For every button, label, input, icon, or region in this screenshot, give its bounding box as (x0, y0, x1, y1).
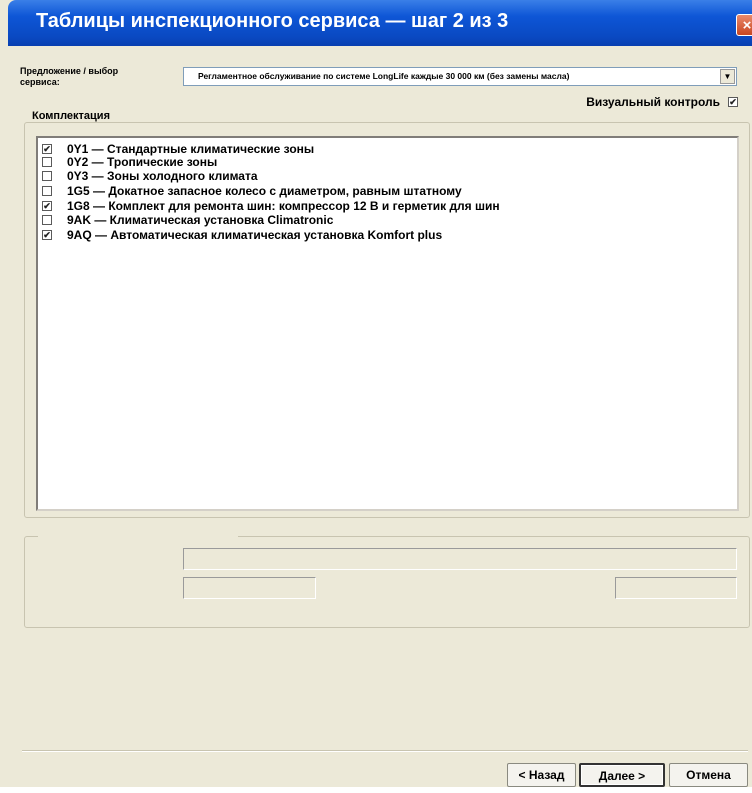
list-item[interactable]: ✔ 0Y1 — Стандартные климатические зоны (42, 142, 315, 156)
offer-select[interactable]: Регламентное обслуживание по системе Lon… (183, 67, 737, 86)
item-label: 0Y1 — Стандартные климатические зоны (67, 142, 315, 156)
list-item[interactable]: ✔ 9AQ — Автоматическая климатическая уст… (42, 228, 443, 242)
equipment-list[interactable]: ✔ 0Y1 — Стандартные климатические зоны 0… (36, 136, 739, 511)
equipment-legend: Комплектация (28, 110, 114, 122)
visual-control-checkbox[interactable]: ✔ (728, 97, 738, 107)
details-field-left[interactable] (183, 577, 316, 599)
details-field-wide[interactable] (183, 548, 737, 570)
list-item[interactable]: 9AK — Климатическая установка Climatroni… (42, 213, 334, 227)
list-item[interactable]: 1G5 — Докатное запасное колесо с диаметр… (42, 184, 462, 198)
item-label: 1G5 — Докатное запасное колесо с диаметр… (67, 184, 462, 198)
item-checkbox[interactable] (42, 186, 52, 196)
item-label: 9AK — Климатическая установка Climatroni… (67, 213, 334, 227)
item-label: 9AQ — Автоматическая климатическая устан… (67, 228, 443, 242)
item-checkbox[interactable] (42, 171, 52, 181)
item-checkbox[interactable] (42, 157, 52, 167)
close-button[interactable]: × (736, 14, 752, 36)
offer-select-value: Регламентное обслуживание по системе Lon… (198, 71, 570, 81)
item-checkbox[interactable] (42, 215, 52, 225)
close-icon: × (742, 17, 752, 34)
list-item[interactable]: ✔ 1G8 — Комплект для ремонта шин: компре… (42, 199, 500, 213)
visual-control-label: Визуальный контроль (586, 95, 720, 109)
visual-control-row: Визуальный контроль ✔ (586, 95, 738, 109)
item-label: 0Y2 — Тропические зоны (67, 155, 218, 169)
item-checkbox[interactable]: ✔ (42, 230, 52, 240)
next-button[interactable]: Далее > (579, 763, 665, 787)
list-item[interactable]: 0Y2 — Тропические зоны (42, 155, 218, 169)
back-button[interactable]: < Назад (507, 763, 576, 787)
window-title: Таблицы инспекционного сервиса — шаг 2 и… (36, 10, 509, 32)
cancel-button[interactable]: Отмена (669, 763, 748, 787)
chevron-down-icon[interactable]: ▼ (720, 69, 735, 84)
item-checkbox[interactable]: ✔ (42, 144, 52, 154)
footer-separator (22, 750, 748, 752)
item-checkbox[interactable]: ✔ (42, 201, 52, 211)
details-field-right[interactable] (615, 577, 737, 599)
title-bar: Таблицы инспекционного сервиса — шаг 2 и… (8, 0, 752, 46)
list-item[interactable]: 0Y3 — Зоны холодного климата (42, 169, 258, 183)
offer-label: Предложение / выбор сервиса: (20, 66, 119, 87)
item-label: 0Y3 — Зоны холодного климата (67, 169, 258, 183)
item-label: 1G8 — Комплект для ремонта шин: компресс… (67, 199, 500, 213)
